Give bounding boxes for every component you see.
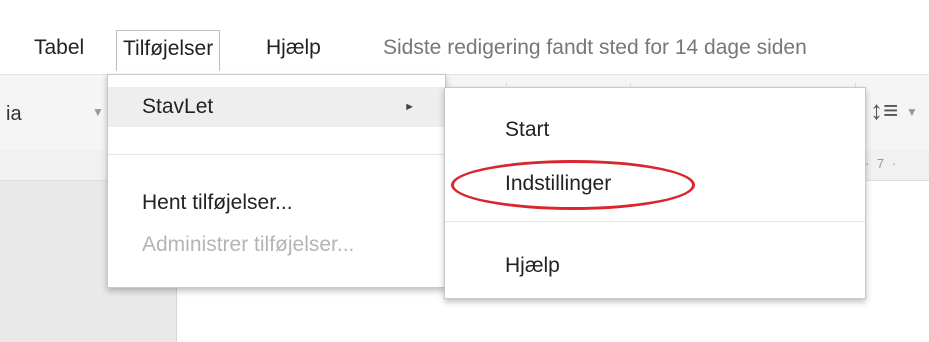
menu-item-label: Hent tilføjelser... [142, 191, 293, 214]
last-edit-status[interactable]: Sidste redigering fandt sted for 14 dage… [383, 30, 807, 66]
submenu-item-start[interactable]: Start [505, 118, 549, 142]
submenu-arrow-icon: ► [404, 101, 415, 113]
addons-dropdown: StavLet ► Hent tilføjelser... Administre… [107, 74, 446, 288]
highlight-annotation [451, 160, 695, 210]
menubar: Tabel Tilføjelser Hjælp Sidste redigerin… [0, 0, 929, 74]
menu-item-label: Administrer tilføjelser... [142, 233, 355, 256]
menu-hjaelp[interactable]: Hjælp [260, 30, 327, 70]
line-spacing-icon[interactable]: ↕≡ [870, 95, 898, 126]
menu-item-manage-addons: Administrer tilføjelser... [108, 225, 445, 265]
submenu-item-help[interactable]: Hjælp [505, 254, 560, 278]
chevron-down-icon[interactable]: ▼ [906, 105, 918, 119]
menu-tilfoejelser[interactable]: Tilføjelser [116, 30, 221, 71]
menu-divider [445, 221, 865, 222]
menu-divider [108, 154, 445, 155]
menu-item-stavlet[interactable]: StavLet ► [108, 87, 445, 127]
menu-item-get-addons[interactable]: Hent tilføjelser... [108, 183, 445, 223]
chevron-down-icon[interactable]: ▼ [92, 105, 104, 119]
menu-tabel[interactable]: Tabel [28, 30, 90, 70]
font-select[interactable]: ia [6, 103, 22, 126]
menu-item-label: StavLet [142, 95, 214, 118]
